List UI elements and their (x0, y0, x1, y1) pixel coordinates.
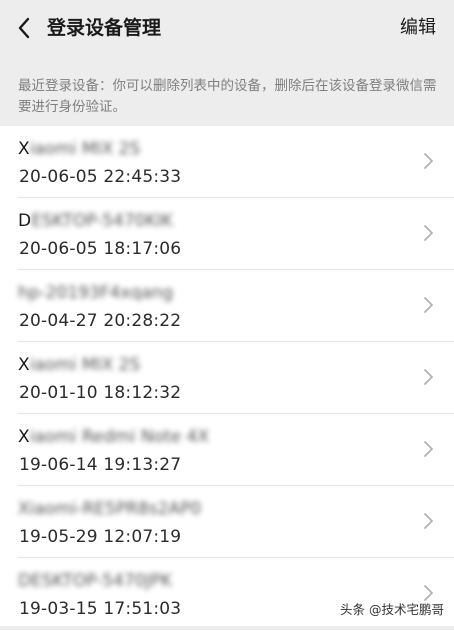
device-list: Xiaomi MIX 2S 20-06-05 22:45:33 DESKTOP-… (0, 126, 454, 626)
device-login-time: 20-06-05 18:17:06 (19, 239, 182, 259)
device-name: Xiaomi Redmi Note 4X (18, 427, 209, 447)
chevron-right-icon (424, 153, 433, 169)
chevron-right-icon (424, 513, 433, 529)
device-item[interactable]: Xiaomi MIX 2S 20-06-05 22:45:33 (0, 126, 454, 198)
device-name: DESKTOP-5470KIK (18, 211, 173, 231)
device-item[interactable]: DESKTOP-5470JPK 19-03-15 17:51:03 (0, 558, 454, 630)
device-name: Xiaomi MIX 2S (18, 139, 141, 159)
chevron-left-icon (18, 17, 30, 39)
back-button[interactable] (10, 12, 38, 44)
device-login-time: 19-03-15 17:51:03 (19, 599, 182, 619)
device-name: Xiaomi-RE5PR8s2AP0 (18, 499, 202, 519)
device-item[interactable]: DESKTOP-5470KIK 20-06-05 18:17:06 (0, 198, 454, 270)
watermark: 头条 @技术宅鹏哥 (340, 602, 444, 617)
page-title: 登录设备管理 (47, 17, 162, 39)
device-name: hp-20193F4xqang (18, 283, 174, 303)
device-item[interactable]: Xiaomi MIX 2S 20-01-10 18:12:32 (0, 342, 454, 414)
edit-button[interactable]: 编辑 (400, 14, 436, 42)
device-name: DESKTOP-5470JPK (18, 571, 172, 591)
device-item[interactable]: Xiaomi Redmi Note 4X 19-06-14 19:13:27 (0, 414, 454, 486)
device-login-time: 19-05-29 12:07:19 (19, 527, 182, 547)
device-login-time: 20-06-05 22:45:33 (19, 167, 182, 187)
device-item[interactable]: Xiaomi-RE5PR8s2AP0 19-05-29 12:07:19 (0, 486, 454, 558)
device-login-time: 20-04-27 20:28:22 (19, 311, 182, 331)
device-item[interactable]: hp-20193F4xqang 20-04-27 20:28:22 (0, 270, 454, 342)
device-login-time: 20-01-10 18:12:32 (19, 383, 182, 403)
chevron-right-icon (424, 441, 433, 457)
chevron-right-icon (424, 297, 433, 313)
device-login-time: 19-06-14 19:13:27 (19, 455, 182, 475)
device-notice: 最近登录设备：你可以删除列表中的设备，删除后在该设备登录微信需要进行身份验证。 (18, 78, 437, 115)
nav-bar: 登录设备管理 编辑 (0, 0, 454, 58)
chevron-right-icon (424, 225, 433, 241)
device-name: Xiaomi MIX 2S (18, 355, 141, 375)
chevron-right-icon (424, 369, 433, 385)
